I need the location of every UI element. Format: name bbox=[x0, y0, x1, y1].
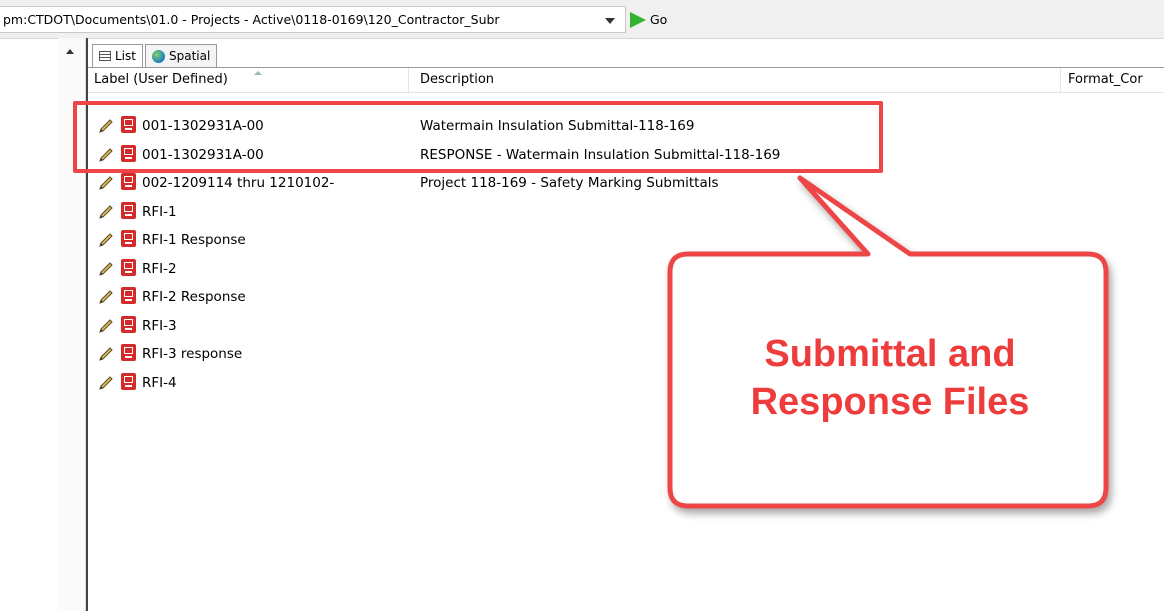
callout-line-1: Submittal and bbox=[764, 333, 1016, 375]
callout-text: Submittal and Response Files bbox=[680, 330, 1100, 426]
annotation-callout bbox=[667, 175, 1109, 509]
callout-line-2: Response Files bbox=[750, 381, 1030, 423]
